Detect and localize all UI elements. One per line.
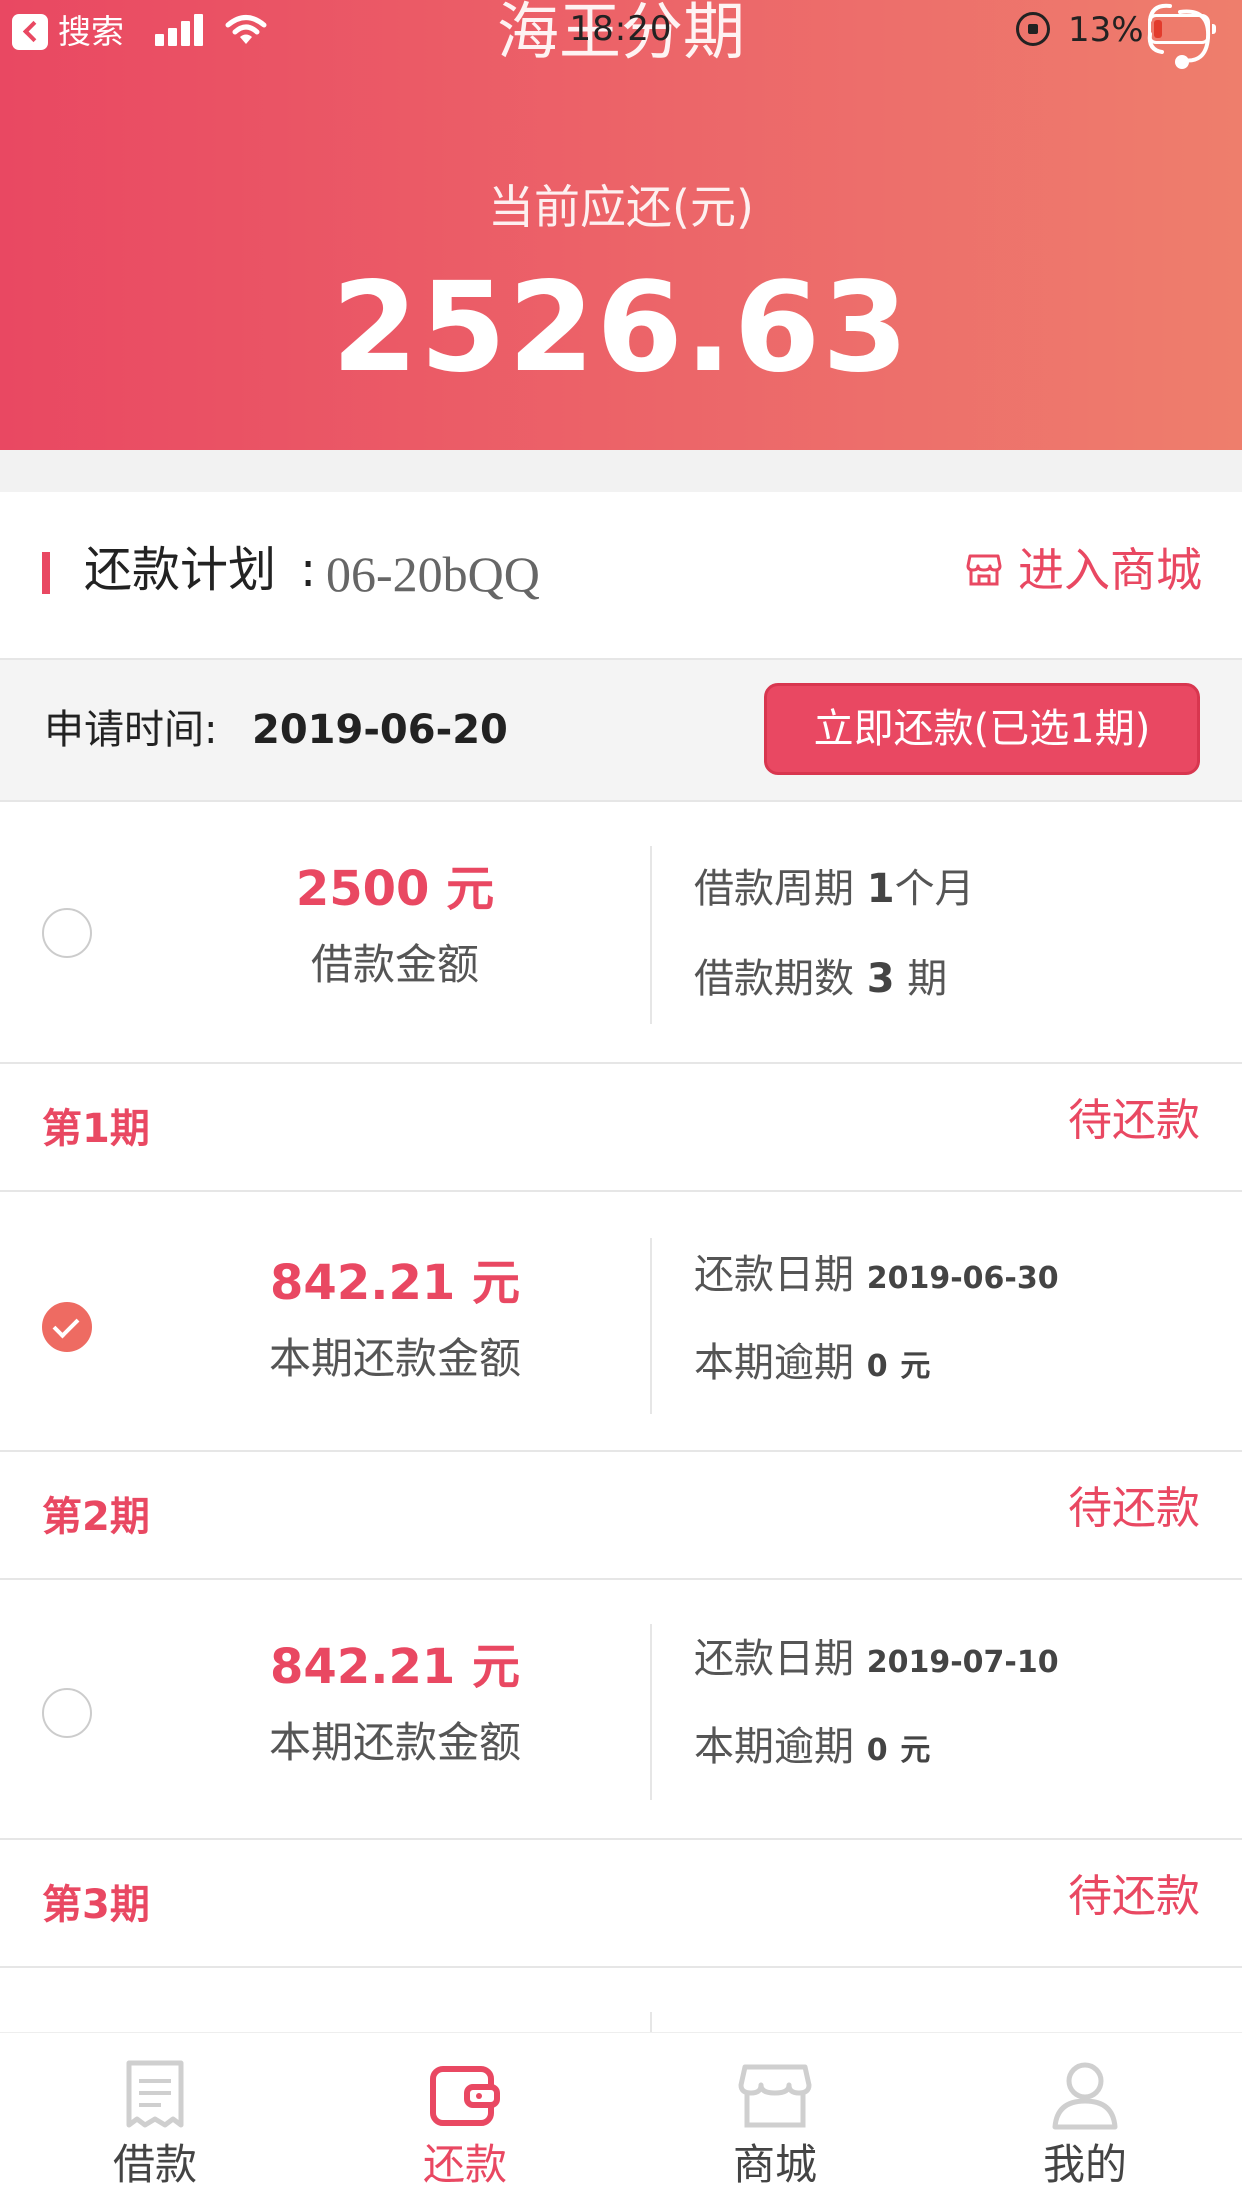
period-1-overdue-unit: 元: [900, 1349, 931, 1384]
period-2-card: 842.21 元 本期还款金额 还款日期 2019-07-10 本期逾期 0 元: [0, 1580, 1242, 1840]
period-1-date-line: 还款日期 2019-06-30: [694, 1242, 1059, 1312]
period-1-amount-label: 本期还款金额: [268, 1334, 521, 1383]
period-1-select-radio[interactable]: [42, 1302, 92, 1352]
period-3-card-partial: [0, 1968, 1242, 2032]
period-1-label: 第1期: [42, 1106, 150, 1152]
tab-loan[interactable]: 借款: [0, 2033, 310, 2209]
repayment-plan-title: 还款计划: [84, 542, 277, 598]
card-divider: [650, 1238, 652, 1414]
period-2-amount: 842.21 元: [270, 1639, 520, 1695]
period-1-overdue-value: 0: [866, 1349, 888, 1384]
tab-repay[interactable]: 还款: [310, 2033, 620, 2209]
loan-amount: 2500 元: [295, 861, 495, 917]
shop-icon: [738, 2064, 812, 2128]
loan-summary-card: 2500 元 借款金额 借款周期 1个月 借款期数 3 期: [0, 802, 1242, 1064]
period-2-amount-label: 本期还款金额: [268, 1718, 521, 1767]
header: 海王分期 搜索 18:20 13% 当前应还(元) 2526.63: [0, 0, 1242, 450]
loan-period-label: 借款周期: [694, 866, 854, 912]
tab-mine[interactable]: 我的: [930, 2033, 1240, 2209]
tab-shop-label: 商城: [732, 2140, 817, 2189]
period-1-overdue-label: 本期逾期: [694, 1340, 854, 1386]
period-1-header: 第1期 待还款: [0, 1064, 1242, 1192]
period-2-date: 2019-07-10: [866, 1645, 1059, 1680]
loan-count-value: 3: [866, 956, 895, 1002]
current-due-amount: 2526.63: [331, 256, 911, 400]
period-1-card: 842.21 元 本期还款金额 还款日期 2019-06-30 本期逾期 0 元: [0, 1192, 1242, 1452]
loan-period-line: 借款周期 1个月: [694, 856, 975, 922]
rotation-lock-icon: [1016, 12, 1050, 46]
loan-icon: [126, 2060, 184, 2128]
card-divider: [650, 1624, 652, 1800]
battery-percent: 13%: [1068, 10, 1144, 50]
period-1-status: 待还款: [1068, 1095, 1200, 1146]
current-due-label: 当前应还(元): [488, 180, 754, 234]
tab-repay-label: 还款: [422, 2140, 507, 2189]
tab-shop[interactable]: 商城: [620, 2033, 930, 2209]
wallet-icon: [430, 2066, 500, 2126]
repayment-plan-colon: :: [300, 542, 317, 598]
period-1-date-label: 还款日期: [694, 1252, 854, 1298]
tab-mine-label: 我的: [1042, 2140, 1127, 2189]
loan-count-unit: 期: [907, 956, 948, 1002]
period-2-overdue-label: 本期逾期: [694, 1724, 854, 1770]
status-time: 18:20: [569, 9, 673, 49]
section-spacer: [0, 450, 1242, 492]
loan-count-label: 借款期数: [694, 956, 854, 1002]
period-1-date: 2019-06-30: [866, 1261, 1059, 1296]
period-2-overdue-line: 本期逾期 0 元: [694, 1714, 930, 1784]
bottom-tab-bar: 借款 还款 商城 我的: [0, 2032, 1242, 2209]
period-3-header: 第3期 待还款: [0, 1840, 1242, 1968]
period-2-status: 待还款: [1068, 1483, 1200, 1534]
period-2-label: 第2期: [42, 1494, 150, 1540]
repayment-plan-code: 06-20bQQ: [326, 546, 540, 602]
period-2-select-radio[interactable]: [42, 1688, 92, 1738]
period-2-overdue-value: 0: [866, 1733, 888, 1768]
status-bar: 搜索 18:20 13%: [0, 0, 1242, 64]
period-3-status: 待还款: [1068, 1871, 1200, 1922]
repayment-plan-row: 还款计划 : 06-20bQQ 进入商城: [0, 492, 1242, 658]
store-icon: [966, 554, 1002, 586]
enter-mall-label[interactable]: 进入商城: [1018, 532, 1202, 608]
loan-period-value: 1: [866, 866, 895, 912]
card-divider: [650, 846, 652, 1024]
application-date: 2019-06-20: [252, 707, 508, 753]
period-2-date-label: 还款日期: [694, 1636, 854, 1682]
customer-service-icon[interactable]: [1142, 0, 1222, 80]
application-time-label: 申请时间:: [44, 707, 218, 753]
loan-amount-label: 借款金额: [310, 940, 479, 989]
loan-count-line: 借款期数 3 期: [694, 946, 947, 1012]
period-2-header: 第2期 待还款: [0, 1452, 1242, 1580]
application-row: 申请时间: 2019-06-20 立即还款(已选1期): [0, 658, 1242, 802]
card-divider: [650, 2012, 652, 2032]
loan-period-unit: 个月: [894, 866, 975, 912]
section-accent-bar: [42, 552, 50, 594]
period-2-overdue-unit: 元: [900, 1733, 931, 1768]
loan-select-radio[interactable]: [42, 908, 92, 958]
repay-now-button[interactable]: 立即还款(已选1期): [764, 683, 1200, 775]
period-1-overdue-line: 本期逾期 0 元: [694, 1330, 930, 1400]
user-icon: [1052, 2062, 1118, 2130]
period-1-amount: 842.21 元: [270, 1255, 520, 1311]
tab-loan-label: 借款: [112, 2140, 197, 2189]
period-3-label: 第3期: [42, 1882, 150, 1928]
enter-mall-link[interactable]: 进入商城: [966, 532, 1206, 608]
period-2-date-line: 还款日期 2019-07-10: [694, 1626, 1059, 1696]
